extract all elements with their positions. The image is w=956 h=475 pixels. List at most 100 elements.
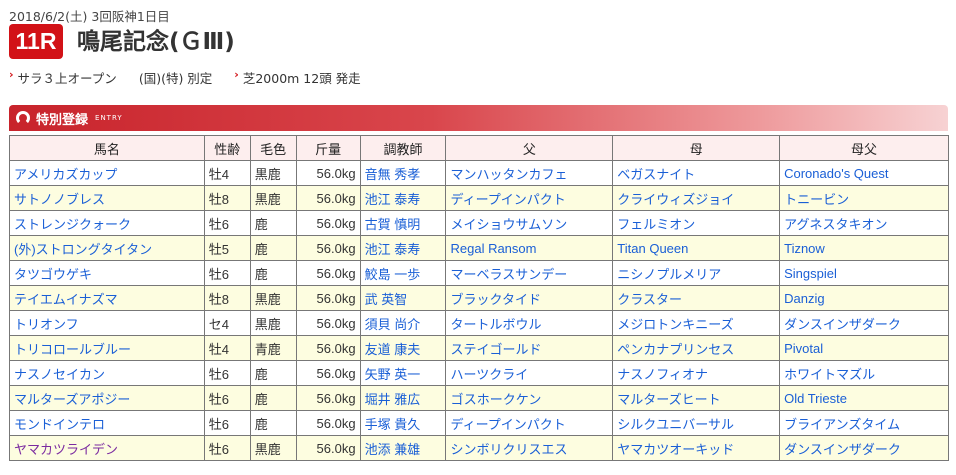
cell-trainer: 手塚 貴久: [359, 410, 447, 436]
dam-link[interactable]: フェルミオン: [617, 217, 695, 232]
race-number-badge: 11R: [9, 24, 63, 59]
trainer-link[interactable]: 矢野 英一: [365, 367, 421, 382]
damsire-link[interactable]: Singspiel: [784, 266, 837, 281]
damsire-link[interactable]: Pivotal: [784, 341, 823, 356]
trainer-link[interactable]: 池添 兼雄: [365, 442, 421, 457]
race-title: 鳴尾記念(ＧⅢ): [77, 29, 235, 55]
trainer-link[interactable]: 須貝 尚介: [365, 317, 421, 332]
dam-link[interactable]: ナスノフィオナ: [617, 367, 708, 382]
horse-name-link[interactable]: サトノノブレス: [14, 192, 105, 207]
cell-sex-age: 牡6: [203, 435, 251, 461]
trainer-link[interactable]: 鮫島 一歩: [365, 267, 421, 282]
cell-dam: シルクユニバーサル: [612, 410, 781, 436]
sire-link[interactable]: Regal Ransom: [450, 241, 536, 256]
dam-link[interactable]: ヤマカツオーキッド: [617, 442, 734, 457]
sire-link[interactable]: ゴスホークケン: [450, 392, 541, 407]
cell-horse-name: アメリカズカップ: [9, 160, 205, 186]
dam-link[interactable]: ニシノプルメリア: [617, 267, 721, 282]
trainer-link[interactable]: 武 英智: [365, 292, 408, 307]
race-date: 2018/6/2(土) 3回阪神1日目: [9, 9, 170, 24]
horse-name-link[interactable]: ストレンジクォーク: [14, 217, 131, 232]
cell-coat-color: 鹿: [249, 210, 297, 236]
damsire-link[interactable]: Tiznow: [784, 241, 825, 256]
sire-link[interactable]: タートルボウル: [450, 317, 541, 332]
column-header-damsire: 母父: [779, 135, 949, 161]
cell-horse-name: ナスノセイカン: [9, 360, 205, 386]
dam-link[interactable]: クライウィズジョイ: [617, 192, 734, 207]
dam-link[interactable]: ベガスナイト: [617, 167, 695, 182]
section-subtitle: ENTRY: [95, 114, 123, 122]
cell-sire: タートルボウル: [445, 310, 614, 336]
cell-coat-color: 鹿: [249, 410, 297, 436]
cell-trainer: 武 英智: [359, 285, 447, 311]
cell-sex-age: 牡6: [203, 410, 251, 436]
cell-dam: クラスター: [612, 285, 781, 311]
cell-weight: 56.0kg: [295, 210, 361, 236]
cell-damsire: Old Trieste: [779, 385, 949, 411]
sire-link[interactable]: ディープインパクト: [450, 192, 565, 207]
damsire-link[interactable]: Old Trieste: [784, 391, 847, 406]
horse-name-link[interactable]: トリコロールブルー: [14, 342, 131, 357]
cell-dam: メジロトンキニーズ: [612, 310, 781, 336]
horse-name-link[interactable]: テイエムイナズマ: [14, 292, 118, 307]
horse-name-link[interactable]: ナスノセイカン: [14, 367, 105, 382]
table-row: (外)ストロングタイタン 牡5 鹿 56.0kg 池江 泰寿 Regal Ransom Ti…: [9, 235, 949, 261]
dam-link[interactable]: ペンカナプリンセス: [617, 342, 734, 357]
cell-sex-age: 牡6: [203, 260, 251, 286]
damsire-link[interactable]: ブライアンズタイム: [784, 417, 900, 432]
cell-trainer: 池江 泰寿: [359, 235, 447, 261]
cell-trainer: 池添 兼雄: [359, 435, 447, 461]
trainer-link[interactable]: 手塚 貴久: [365, 417, 421, 432]
dam-link[interactable]: シルクユニバーサル: [617, 417, 734, 432]
dam-link[interactable]: Titan Queen: [617, 241, 688, 256]
horse-name-link[interactable]: マルターズアポジー: [14, 392, 130, 407]
trainer-link[interactable]: 友道 康夫: [365, 342, 421, 357]
damsire-link[interactable]: ダンスインザダーク: [784, 442, 901, 457]
horse-name-link[interactable]: モンドインテロ: [14, 417, 105, 432]
cell-horse-name: トリコロールブルー: [9, 335, 205, 361]
cell-horse-name: (外)ストロングタイタン: [9, 235, 205, 261]
cell-sex-age: 牡4: [203, 160, 251, 186]
section-header: 特別登録 ENTRY: [9, 105, 948, 131]
trainer-link[interactable]: 堀井 雅広: [365, 392, 421, 407]
trainer-link[interactable]: 古賀 慎明: [365, 217, 421, 232]
damsire-link[interactable]: アグネスタキオン: [784, 217, 887, 232]
sire-link[interactable]: シンボリクリスエス: [450, 442, 567, 457]
horse-name-link[interactable]: トリオンフ: [14, 317, 79, 332]
cell-damsire: ダンスインザダーク: [779, 435, 949, 461]
cell-damsire: Pivotal: [779, 335, 949, 361]
cell-sex-age: 牡8: [203, 285, 251, 311]
race-info: › サラ３上オープン (国)(特) 別定 › 芝2000m 12頭 発走: [9, 68, 361, 87]
horse-name-link[interactable]: (外)ストロングタイタン: [14, 242, 152, 257]
sire-link[interactable]: ディープインパクト: [450, 417, 565, 432]
sire-link[interactable]: ステイゴールド: [450, 342, 541, 357]
horse-name-link[interactable]: ヤマカツライデン: [14, 442, 118, 457]
cell-sire: ディープインパクト: [445, 185, 614, 211]
cell-trainer: 須貝 尚介: [359, 310, 447, 336]
trainer-link[interactable]: 池江 泰寿: [365, 242, 421, 257]
cell-coat-color: 鹿: [249, 385, 297, 411]
column-header-sex-age: 性齢: [203, 135, 251, 161]
sire-link[interactable]: ブラックタイド: [450, 292, 540, 307]
damsire-link[interactable]: Danzig: [784, 291, 824, 306]
sire-link[interactable]: メイショウサムソン: [450, 217, 567, 232]
horse-name-link[interactable]: アメリカズカップ: [14, 167, 117, 182]
dam-link[interactable]: クラスター: [617, 292, 682, 307]
trainer-link[interactable]: 池江 泰寿: [365, 192, 421, 207]
damsire-link[interactable]: ダンスインザダーク: [784, 317, 901, 332]
damsire-link[interactable]: トニービン: [784, 192, 849, 207]
cell-weight: 56.0kg: [295, 285, 361, 311]
damsire-link[interactable]: Coronado's Quest: [784, 166, 888, 181]
cell-coat-color: 黒鹿: [249, 185, 297, 211]
cell-damsire: トニービン: [779, 185, 949, 211]
sire-link[interactable]: マーベラスサンデー: [450, 267, 567, 282]
table-row: モンドインテロ 牡6 鹿 56.0kg 手塚 貴久 ディープインパクト シルクユニバーサル ブ…: [9, 410, 949, 436]
dam-link[interactable]: マルターズヒート: [617, 392, 720, 407]
sire-link[interactable]: ハーツクライ: [450, 367, 528, 382]
dam-link[interactable]: メジロトンキニーズ: [617, 317, 733, 332]
damsire-link[interactable]: ホワイトマズル: [784, 367, 875, 382]
horse-name-link[interactable]: タツゴウゲキ: [14, 267, 92, 282]
trainer-link[interactable]: 音無 秀孝: [365, 167, 421, 182]
cell-sire: シンボリクリスエス: [445, 435, 614, 461]
sire-link[interactable]: マンハッタンカフェ: [450, 167, 567, 182]
